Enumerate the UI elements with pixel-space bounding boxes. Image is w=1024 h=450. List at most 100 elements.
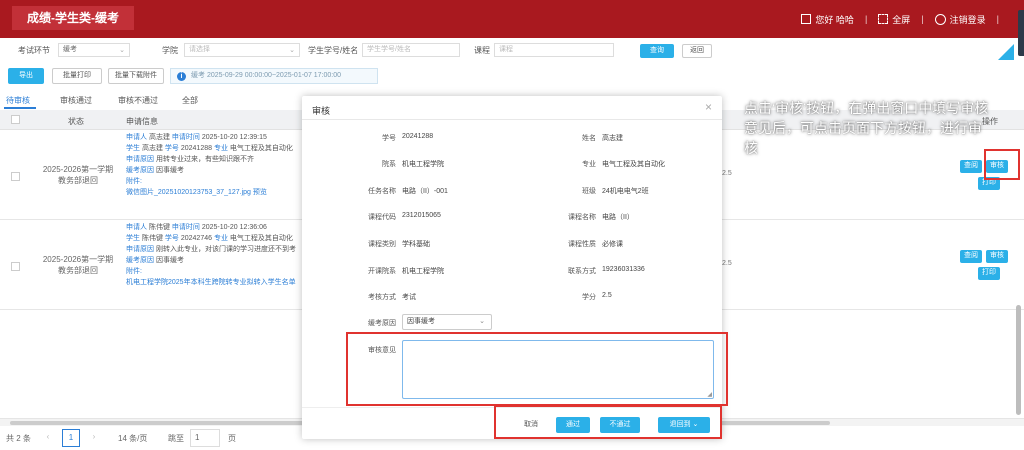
row-credit: 2.5 xyxy=(722,260,732,267)
col-info: 申请信息 xyxy=(126,117,158,126)
time-key: 申请时间 xyxy=(171,134,200,141)
print-button[interactable]: 打印 xyxy=(978,267,1000,280)
filter-bar: 考试环节 缓考 ⌄ 学院 请选择 ⌄ 学生学号/姓名 学生学号/姓名 课程 课程 查… xyxy=(0,40,1024,60)
sno-key: 学号 xyxy=(164,145,179,152)
batch-download-button[interactable]: 批量下载附件 xyxy=(108,68,164,84)
applicant-value: 陈伟键 xyxy=(148,224,170,231)
preview-link[interactable]: 预览 xyxy=(253,189,267,196)
field-label: 专业 xyxy=(582,161,596,168)
page-size-select[interactable]: 14 条/页 xyxy=(118,433,147,444)
field-label: 姓名 xyxy=(582,135,596,142)
view-button[interactable]: 查阅 xyxy=(960,250,982,263)
term-text: 2025-2026第一学期 xyxy=(42,255,114,264)
tab-approved[interactable]: 审核通过 xyxy=(60,95,92,106)
logout-button[interactable]: 注销登录 xyxy=(934,13,986,26)
field-value: 电路（II）-001 xyxy=(402,188,448,195)
field-label: 学号 xyxy=(382,135,396,142)
row-status: 2025-2026第一学期 教务部退回 xyxy=(38,254,118,276)
applicant-value: 高志建 xyxy=(148,134,170,141)
field-label: 课程性质 xyxy=(568,241,596,248)
user-menu[interactable]: 您好 哈哈 xyxy=(801,13,854,26)
field-value: 高志建 xyxy=(602,135,623,142)
time-value: 2025-10-20 12:39:15 xyxy=(201,134,267,141)
notice-text: 缓考 2025-09-29 00:00:00~2025-01-07 17:00:… xyxy=(191,72,342,79)
field-label: 班级 xyxy=(582,188,596,195)
collapse-toggle[interactable] xyxy=(998,44,1014,60)
highlight-buttons xyxy=(494,405,722,439)
total-count: 共 2 条 xyxy=(6,434,31,443)
college-label: 学院 xyxy=(162,46,178,55)
col-status: 状态 xyxy=(68,117,84,126)
user-icon xyxy=(801,14,812,24)
exam-stage-label: 考试环节 xyxy=(18,46,50,55)
tab-pending[interactable]: 待审核 xyxy=(6,95,30,106)
close-icon[interactable]: × xyxy=(705,100,712,114)
row-checkbox[interactable] xyxy=(11,172,20,181)
field-value: 必修课 xyxy=(602,241,623,248)
status-text: 教务部退回 xyxy=(58,176,98,185)
batch-print-button[interactable]: 批量打印 xyxy=(52,68,102,84)
prev-page-button[interactable]: ‹ xyxy=(40,429,56,447)
field-value: 电气工程及其自动化 xyxy=(602,161,665,168)
row-checkbox[interactable] xyxy=(11,262,20,271)
goto-input[interactable]: 1 xyxy=(190,429,220,447)
tab-all[interactable]: 全部 xyxy=(182,95,198,106)
action-bar: 导出 批量打印 批量下载附件 xyxy=(0,64,1024,88)
sno-value: 20242746 xyxy=(180,235,213,242)
select-all-checkbox[interactable] xyxy=(11,115,20,124)
course-input[interactable]: 课程 xyxy=(494,43,614,57)
reason-value: 刚转入此专业，对该门课的学习进度还不到考 xyxy=(155,246,296,253)
field-value: 2.5 xyxy=(602,292,612,299)
greeting-text: 您好 哈哈 xyxy=(815,14,854,25)
page-unit: 页 xyxy=(228,434,236,443)
field-label: 任务名称 xyxy=(368,188,396,195)
view-button[interactable]: 查阅 xyxy=(960,160,982,173)
reason-key: 申请原因 xyxy=(126,156,154,163)
reason-select[interactable]: 因事缓考 ⌄ xyxy=(402,314,492,330)
exam-stage-select[interactable]: 缓考 ⌄ xyxy=(58,43,130,57)
audit-button[interactable]: 审核 xyxy=(986,250,1008,263)
field-value: 电路（II） xyxy=(602,214,634,221)
page-1-button[interactable]: 1 xyxy=(62,429,80,447)
info-icon: i xyxy=(177,72,186,81)
term-text: 2025-2026第一学期 xyxy=(42,165,114,174)
student-key: 学生 xyxy=(126,235,140,242)
field-value: 机电工程学院 xyxy=(402,268,444,275)
reason-value: 用转专业过来，有些知识跟不齐 xyxy=(155,156,254,163)
export-button[interactable]: 导出 xyxy=(8,68,44,84)
attach-key: 附件: xyxy=(126,178,142,185)
course-label: 课程 xyxy=(474,46,490,55)
query-button[interactable]: 查询 xyxy=(640,44,674,58)
row-credit: 2.5 xyxy=(722,170,732,177)
type-value: 因事缓考 xyxy=(155,257,184,264)
field-label: 院系 xyxy=(382,161,396,168)
field-value: 机电工程学院 xyxy=(402,161,444,168)
highlight-opinion xyxy=(346,332,728,406)
chevron-down-icon: ⌄ xyxy=(479,318,485,325)
exam-stage-value: 缓考 xyxy=(63,46,77,53)
tab-indicator xyxy=(4,107,36,109)
field-value: 20241288 xyxy=(402,133,434,140)
college-placeholder: 请选择 xyxy=(189,46,210,53)
major-key: 专业 xyxy=(213,145,228,152)
row-info: 申请人 陈伟键 申请时间 2025-10-20 12:36:06 学生 陈伟键 … xyxy=(126,222,306,288)
field-value: 2312015065 xyxy=(402,212,441,219)
student-input[interactable]: 学生学号/姓名 xyxy=(362,43,460,57)
college-select[interactable]: 请选择 ⌄ xyxy=(184,43,300,57)
time-value: 2025-10-20 12:36:06 xyxy=(201,224,267,231)
fullscreen-button[interactable]: 全屏 xyxy=(878,13,910,26)
reset-button[interactable]: 返回 xyxy=(682,44,712,58)
student-placeholder: 学生学号/姓名 xyxy=(367,46,411,53)
reason-label: 缓考原因 xyxy=(368,320,396,327)
next-page-button[interactable]: › xyxy=(86,429,102,447)
tab-rejected[interactable]: 审核不通过 xyxy=(118,95,158,106)
attachment-link[interactable]: 机电工程学院2025年本科生跨院转专业拟转入学生名单 xyxy=(126,279,296,286)
attachment-link[interactable]: 微信图片_20251020123753_37_127.jpg xyxy=(126,189,251,196)
vertical-scrollbar[interactable] xyxy=(1016,305,1021,415)
field-value: 学科基础 xyxy=(402,241,430,248)
applicant-key: 申请人 xyxy=(126,134,147,141)
reason-select-value: 因事缓考 xyxy=(407,318,435,325)
major-value: 电气工程及其自动化 xyxy=(229,145,293,152)
dialog-header: 审核 × xyxy=(302,96,722,120)
field-label: 联系方式 xyxy=(568,268,596,275)
